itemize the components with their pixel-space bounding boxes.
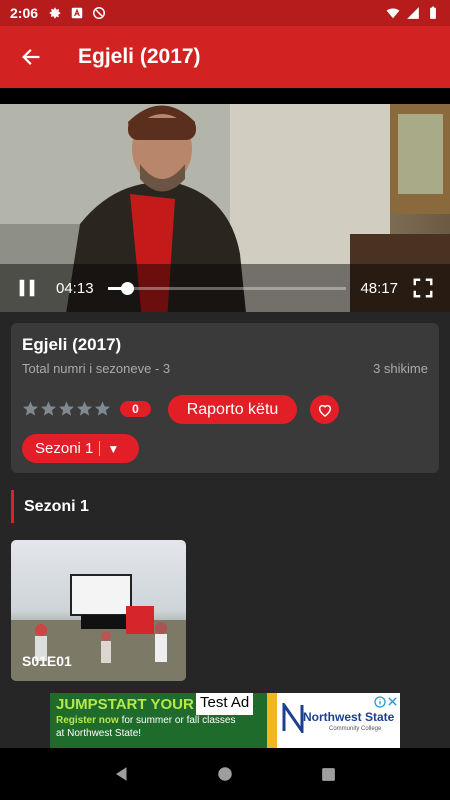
section-title: Sezoni 1 <box>24 497 89 515</box>
ad-sponsor-name: Northwest State <box>303 710 395 724</box>
ad-body-highlight: Register now <box>56 715 119 726</box>
nav-recents-icon[interactable] <box>320 766 337 783</box>
rating-stars[interactable] <box>22 400 111 417</box>
heart-icon <box>318 404 331 417</box>
nav-back-icon[interactable] <box>113 765 131 783</box>
ad-sponsor-panel: Northwest State Community College <box>277 693 400 748</box>
details-card: Egjeli (2017) Total numri i sezoneve - 3… <box>11 323 439 473</box>
star-icon[interactable] <box>76 400 93 417</box>
seek-handle[interactable] <box>120 281 134 295</box>
star-icon[interactable] <box>22 400 39 417</box>
ad-sponsor-sub: Community College <box>329 726 382 732</box>
ad-info-icon[interactable] <box>374 696 386 708</box>
status-bar: 2:06 <box>0 0 450 26</box>
signal-icon <box>407 7 419 19</box>
rating-count-badge: 0 <box>120 401 151 417</box>
chevron-down-icon: ▼ <box>107 441 120 456</box>
page-title: Egjeli (2017) <box>78 45 201 68</box>
current-time: 04:13 <box>56 279 94 297</box>
report-button[interactable]: Raporto këtu <box>168 395 297 424</box>
arrow-left-icon <box>22 49 40 65</box>
season-dropdown-label: Sezoni 1 <box>35 440 94 457</box>
seek-bar[interactable] <box>107 281 347 295</box>
view-count: 3 shikime <box>373 361 428 376</box>
favorite-button[interactable] <box>310 395 339 424</box>
dropdown-divider <box>99 441 101 456</box>
battery-icon <box>430 6 436 19</box>
seasons-count: Total numri i sezoneve - 3 <box>22 361 171 376</box>
test-ad-label: Test Ad <box>196 693 254 715</box>
sponsor-logo-icon <box>282 703 304 733</box>
nav-home-icon[interactable] <box>216 765 234 783</box>
star-icon[interactable] <box>58 400 75 417</box>
episode-card[interactable]: S01E01 <box>11 540 186 681</box>
video-player[interactable]: 04:13 48:17 <box>0 88 450 312</box>
star-icon[interactable] <box>94 400 111 417</box>
app-bar: Egjeli (2017) <box>0 26 450 88</box>
fullscreen-icon[interactable] <box>412 277 434 299</box>
season-dropdown[interactable]: Sezoni 1 ▼ <box>22 434 139 463</box>
episode-label: S01E01 <box>22 653 72 669</box>
a-box-icon <box>71 7 83 19</box>
duration: 48:17 <box>360 279 398 297</box>
ad-close-icon[interactable] <box>387 696 398 707</box>
status-time: 2:06 <box>10 5 39 21</box>
show-title: Egjeli (2017) <box>22 335 122 354</box>
star-icon[interactable] <box>40 400 57 417</box>
wifi-icon <box>386 8 400 19</box>
back-button[interactable] <box>0 26 62 88</box>
ad-stripe <box>267 693 277 748</box>
ad-headline: JUMPSTART YOUR F <box>56 696 208 713</box>
pause-icon[interactable] <box>16 277 38 299</box>
no-disturb-icon <box>93 7 106 19</box>
gear-icon <box>49 7 61 19</box>
system-nav-bar <box>0 748 450 800</box>
player-controls: 04:13 48:17 <box>0 264 450 312</box>
ad-body: Register now for summer or fall classes … <box>56 714 246 740</box>
season-section-header: Sezoni 1 <box>11 490 89 523</box>
